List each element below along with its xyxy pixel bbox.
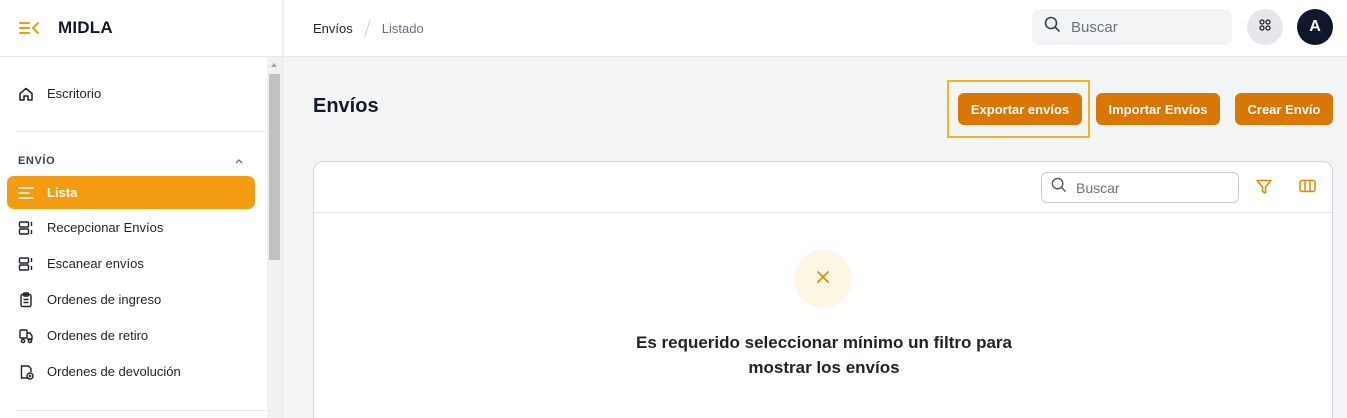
section-envio-header[interactable]: ENVÍO xyxy=(18,155,244,167)
table-toolbar: Buscar xyxy=(314,162,1332,213)
sidebar-item-ordenes-de-devolucion[interactable]: Ordenes de devolución xyxy=(7,355,255,388)
search-placeholder: Buscar xyxy=(1071,18,1118,36)
scrollbar-thumb[interactable] xyxy=(269,74,280,260)
sidebar-item-ordenes-de-retiro[interactable]: Ordenes de retiro xyxy=(7,319,255,352)
user-avatar[interactable]: A xyxy=(1297,9,1333,45)
sidebar-item-escanear-envios[interactable]: Escanear envíos xyxy=(7,247,255,280)
sidebar-nav: Escritorio ENVÍO Lista Recepcionar Envío… xyxy=(0,57,267,418)
app-name: MIDLA xyxy=(58,18,113,37)
sidebar-item-ordenes-de-ingreso[interactable]: Ordenes de ingreso xyxy=(7,283,255,316)
chevron-up-icon xyxy=(234,155,244,167)
import-button[interactable]: Importar Envíos xyxy=(1096,93,1220,125)
page-title: Envíos xyxy=(313,95,379,117)
breadcrumb-separator xyxy=(363,19,371,37)
sidebar-divider xyxy=(16,410,267,411)
search-icon xyxy=(1044,16,1061,38)
shipments-table-card: Buscar Es requerido seleccionar mínimo u… xyxy=(313,161,1333,418)
collapse-menu-icon[interactable] xyxy=(18,20,40,36)
top-header: Envíos Listado Buscar A xyxy=(284,0,1347,57)
list-icon xyxy=(18,185,34,201)
create-button[interactable]: Crear Envío xyxy=(1235,93,1333,125)
home-icon xyxy=(18,86,34,102)
breadcrumb-listado: Listado xyxy=(381,20,424,36)
sidebar: MIDLA Escritorio ENVÍO Lista Recepcionar… xyxy=(0,0,283,418)
sidebar-item-recepcionar-envios[interactable]: Recepcionar Envíos xyxy=(7,211,255,244)
truck-icon xyxy=(18,328,34,344)
sidebar-item-escritorio[interactable]: Escritorio xyxy=(7,77,255,110)
apps-grid-icon xyxy=(1259,18,1271,36)
search-placeholder: Buscar xyxy=(1076,179,1120,196)
brand-bar: MIDLA xyxy=(0,0,282,57)
sidebar-item-label: Lista xyxy=(47,185,78,200)
return-doc-icon xyxy=(18,364,34,380)
sidebar-item-label: Escritorio xyxy=(47,86,102,101)
empty-state-badge xyxy=(794,250,852,308)
scroll-up-arrow-icon[interactable] xyxy=(271,63,277,67)
sidebar-item-label: Ordenes de ingreso xyxy=(47,292,162,307)
sidebar-item-label: Ordenes de devolución xyxy=(47,364,181,379)
close-icon xyxy=(816,270,830,289)
apps-button[interactable] xyxy=(1247,9,1283,45)
sidebar-divider xyxy=(16,131,267,132)
sidebar-item-label: Recepcionar Envíos xyxy=(47,220,164,235)
search-icon xyxy=(1051,177,1067,198)
empty-message-line-2: mostrar los envíos xyxy=(748,358,900,377)
empty-state-message: Es requerido seleccionar mínimo un filtr… xyxy=(574,330,1074,380)
clipboard-icon xyxy=(18,291,34,308)
empty-message-line-1: Es requerido seleccionar mínimo un filtr… xyxy=(636,333,1012,352)
export-button[interactable]: Exportar envíos xyxy=(958,93,1082,125)
receive-icon xyxy=(18,220,34,236)
sidebar-item-label: Ordenes de retiro xyxy=(47,328,149,343)
sidebar-item-label: Escanear envíos xyxy=(47,256,144,271)
sidebar-item-lista[interactable]: Lista xyxy=(7,176,255,209)
scan-icon xyxy=(18,256,34,272)
global-search-input[interactable]: Buscar xyxy=(1032,9,1232,45)
sidebar-scrollbar[interactable] xyxy=(267,57,282,418)
columns-icon[interactable] xyxy=(1299,179,1316,198)
section-label: ENVÍO xyxy=(18,155,56,167)
table-search-input[interactable]: Buscar xyxy=(1041,172,1239,203)
filter-icon[interactable] xyxy=(1255,178,1273,201)
breadcrumb-envios[interactable]: Envíos xyxy=(313,21,353,36)
breadcrumb: Envíos Listado xyxy=(313,19,424,37)
